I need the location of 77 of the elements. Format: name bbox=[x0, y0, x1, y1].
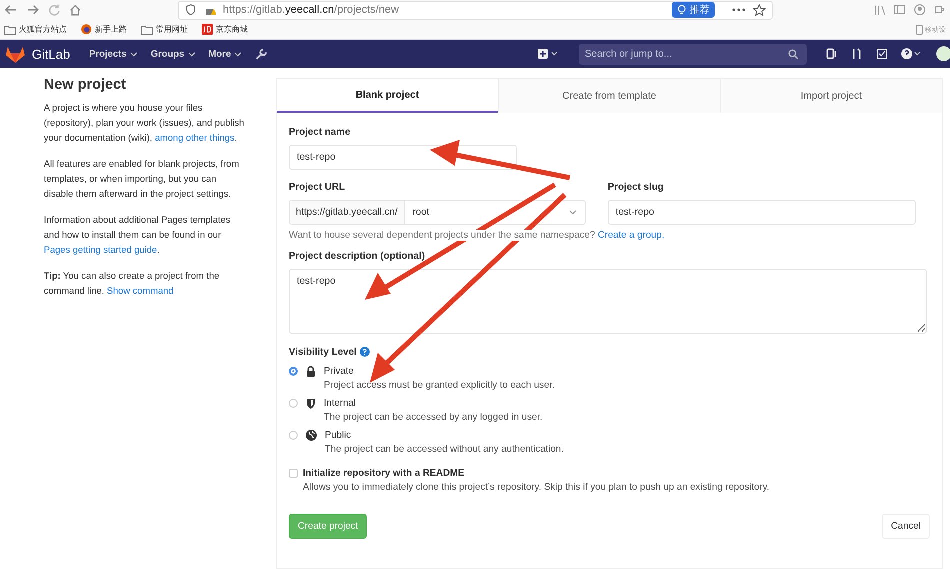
bookmark-link[interactable]: 京东商城 bbox=[216, 24, 248, 35]
fox-logo-icon bbox=[6, 46, 25, 62]
forward-icon[interactable] bbox=[26, 3, 40, 17]
checkbox-label: Initialize repository with a README bbox=[303, 468, 466, 479]
url-prefix: https://gitlab.yeecall.cn/ bbox=[289, 200, 405, 225]
option-description: Allows you to immediately clone this project’s repository. Skip this if you plan to push up an existing repository. bbox=[303, 482, 770, 493]
recommend-button[interactable]: 推荐 bbox=[672, 2, 715, 18]
help-link[interactable]: among other things bbox=[155, 133, 235, 143]
avatar-icon[interactable] bbox=[936, 46, 950, 62]
todo-icon[interactable] bbox=[876, 48, 888, 60]
radio-button[interactable] bbox=[289, 431, 298, 440]
folder-icon bbox=[141, 24, 153, 34]
wrench-icon[interactable] bbox=[255, 48, 268, 60]
field-label: Project slug bbox=[608, 182, 665, 193]
globe-icon bbox=[306, 430, 317, 441]
option-description: Project access must be granted explicitly to each user. bbox=[324, 380, 555, 391]
home-icon[interactable] bbox=[69, 4, 82, 16]
sidebar-icon[interactable] bbox=[894, 4, 906, 16]
caret-icon bbox=[234, 52, 242, 56]
hint-text: Want to house several dependent projects under the same namespace? Create a group. bbox=[289, 230, 665, 241]
option-label: Public bbox=[325, 430, 352, 441]
back-icon[interactable] bbox=[4, 3, 18, 17]
merge-request-icon[interactable] bbox=[851, 48, 863, 60]
bookmark-link[interactable]: 常用网址 bbox=[156, 24, 188, 35]
field-label: Visibility Level bbox=[289, 347, 357, 358]
help-link[interactable]: Pages getting started guide bbox=[44, 245, 158, 255]
issues-icon[interactable] bbox=[826, 48, 838, 60]
search-field[interactable]: Search or jump to... bbox=[579, 44, 807, 64]
description-text: Tip: You can also create a project from the command line. Show command bbox=[44, 270, 221, 298]
caret-icon bbox=[568, 210, 577, 215]
phone-icon bbox=[916, 24, 923, 34]
caret-icon bbox=[188, 52, 196, 56]
page-title: New project bbox=[44, 78, 128, 93]
star-icon[interactable] bbox=[753, 4, 766, 16]
description-field[interactable]: test-repo bbox=[289, 269, 927, 334]
more-icon[interactable] bbox=[732, 8, 746, 12]
bookmark-link[interactable]: 新手上路 bbox=[95, 24, 127, 35]
library-icon[interactable] bbox=[874, 4, 886, 16]
bulb-icon bbox=[677, 4, 687, 16]
shield-icon bbox=[306, 398, 316, 409]
new-item-icon[interactable] bbox=[538, 49, 560, 59]
field-label: Project description (optional) bbox=[289, 251, 426, 262]
create-group-link[interactable]: Create a group. bbox=[598, 230, 665, 241]
firefox-icon bbox=[81, 24, 92, 35]
nav-menu[interactable]: More bbox=[208, 48, 242, 60]
cancel-button[interactable]: Cancel bbox=[882, 514, 930, 539]
caret-icon bbox=[130, 52, 138, 56]
search-icon[interactable] bbox=[788, 48, 799, 60]
description-text: All features are enabled for blank projects, from templates, or when importing, but you can disable them afterward in the project settings. bbox=[44, 158, 240, 201]
option-label: Internal bbox=[324, 398, 357, 409]
lock-icon bbox=[306, 366, 316, 377]
tab[interactable]: Blank project bbox=[277, 79, 498, 113]
radio-button[interactable] bbox=[289, 367, 298, 376]
namespace-dropdown[interactable]: root bbox=[404, 200, 586, 225]
help-link[interactable]: Show command bbox=[107, 286, 174, 296]
checkbox[interactable] bbox=[289, 469, 298, 478]
nav-menu[interactable]: Groups bbox=[150, 48, 196, 60]
shop-logo-icon bbox=[202, 24, 213, 35]
reload-icon[interactable] bbox=[48, 4, 61, 16]
option-label: Private bbox=[324, 366, 355, 377]
project-slug-field[interactable]: test-repo bbox=[608, 200, 916, 225]
address-bar[interactable]: https://gitlab.yeecall.cn/projects/new 推荐 bbox=[178, 0, 773, 20]
folder-icon bbox=[4, 24, 16, 34]
help-icon[interactable] bbox=[901, 48, 923, 60]
option-description: The project can be accessed without any authentication. bbox=[325, 444, 564, 455]
field-label: Project name bbox=[289, 127, 352, 138]
extension-icon[interactable] bbox=[934, 4, 946, 16]
radio-button[interactable] bbox=[289, 399, 298, 408]
account-icon[interactable] bbox=[914, 4, 926, 16]
shield-icon bbox=[185, 4, 197, 16]
field-label: Project URL bbox=[289, 182, 346, 193]
gitlab-logo-text[interactable]: GitLab bbox=[32, 46, 70, 62]
option-description: The project can be accessed by any logged in user. bbox=[324, 412, 543, 423]
description-text: Information about additional Pages templates and how to install them can be found in our Pages getting started guide. bbox=[44, 214, 232, 257]
bookmark-link[interactable]: 火狐官方站点 bbox=[19, 24, 67, 35]
nav-menu[interactable]: Projects bbox=[89, 48, 138, 60]
description-text: A project is where you house your files (repository), plan your work (issues), and publish your documentation (wiki), among other things. bbox=[44, 102, 246, 145]
